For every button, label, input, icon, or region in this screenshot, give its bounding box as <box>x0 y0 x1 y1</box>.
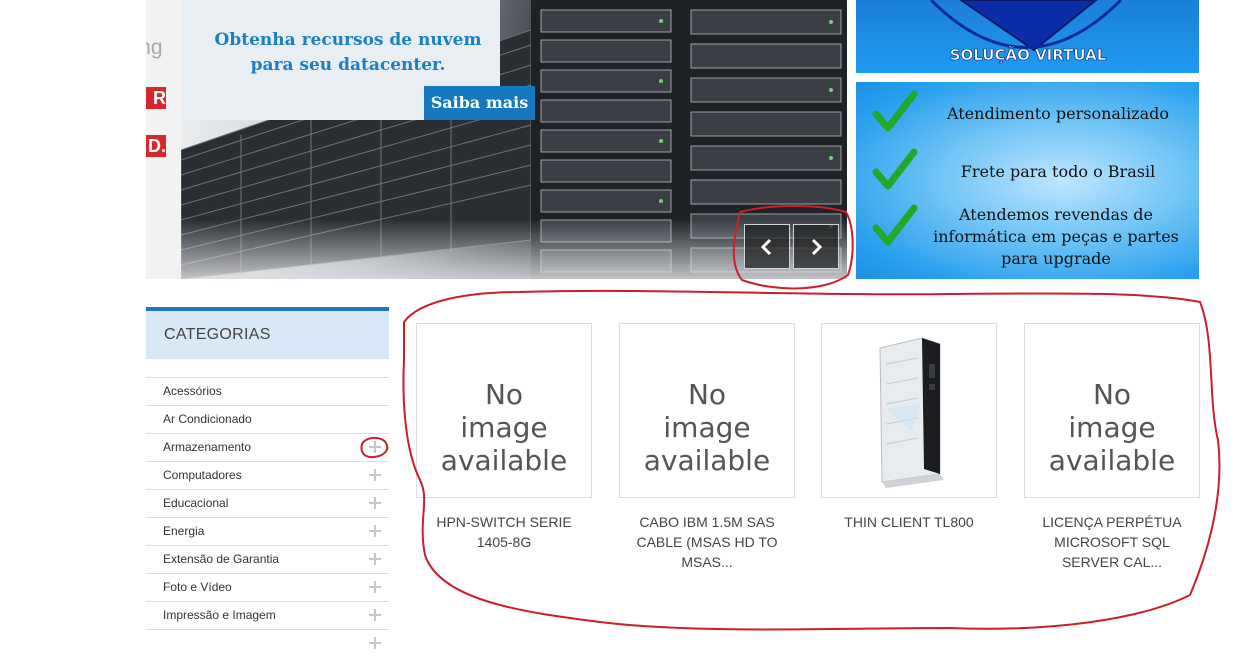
category-item[interactable]: Impressão e Imagem <box>146 601 389 629</box>
check-icon <box>872 204 918 246</box>
expand-plus-icon[interactable] <box>369 637 381 649</box>
category-item[interactable]: Armazenamento <box>146 433 389 461</box>
hero-slider[interactable]: king R D. <box>146 0 847 279</box>
category-label: Energia <box>163 524 205 538</box>
feature-text: Atendimento personalizado <box>946 104 1170 123</box>
promo-line: para seu datacenter. <box>250 55 446 75</box>
logo-banner[interactable]: SOLUÇÃO VIRTUAL <box>856 0 1199 73</box>
feature-text: Atendemos revendas de informática em peç… <box>933 205 1179 268</box>
category-item[interactable]: Educacional <box>146 489 389 517</box>
product-image[interactable]: No image available <box>416 323 592 498</box>
category-item[interactable]: Foto e Vídeo <box>146 573 389 601</box>
category-item[interactable]: Extensão de Garantia <box>146 545 389 573</box>
product-image[interactable] <box>821 323 997 498</box>
categories-header: CATEGORIAS <box>146 307 389 359</box>
check-icon <box>872 90 918 132</box>
product-card[interactable]: No image available HPN-SWITCH SERIE 1405… <box>416 323 592 552</box>
category-item[interactable]: Ar Condicionado <box>146 405 389 433</box>
feature-text: Frete para todo o Brasil <box>960 162 1156 181</box>
category-label: Ar Condicionado <box>163 412 252 426</box>
slider-next-button[interactable] <box>793 224 839 269</box>
previous-slide-peek: king R D. <box>146 0 181 279</box>
category-label: Acessórios <box>163 384 222 398</box>
check-icon <box>872 148 918 190</box>
thin-client-device-image <box>879 337 944 488</box>
expand-plus-icon[interactable] <box>369 497 381 509</box>
expand-plus-icon[interactable] <box>369 553 381 565</box>
product-name[interactable]: CABO IBM 1.5M SAS CABLE (MSAS HD TO MSAS… <box>619 512 795 572</box>
expand-plus-icon[interactable] <box>369 525 381 537</box>
category-label: Impressão e Imagem <box>163 608 276 622</box>
no-image-placeholder: No image available <box>643 378 771 477</box>
promo-headline: Obtenha recursos de nuvem para seu datac… <box>203 28 493 78</box>
category-item[interactable]: Energia <box>146 517 389 545</box>
category-label: Extensão de Garantia <box>163 552 280 566</box>
promo-box: Obtenha recursos de nuvem para seu datac… <box>181 0 535 120</box>
category-list: Acessórios Ar Condicionado Armazenamento… <box>146 377 389 657</box>
promo-line: Obtenha recursos de nuvem <box>214 30 482 50</box>
category-item[interactable]: Acessórios <box>146 377 389 405</box>
slider-prev-button[interactable] <box>744 224 790 269</box>
chevron-left-icon <box>760 238 772 255</box>
category-label: Armazenamento <box>163 440 252 454</box>
category-label: Computadores <box>163 468 242 482</box>
slider-navigation <box>744 224 839 269</box>
product-name[interactable]: HPN-SWITCH SERIE 1405-8G <box>416 512 592 552</box>
product-card[interactable]: THIN CLIENT TL800 <box>821 323 997 532</box>
product-image[interactable]: No image available <box>619 323 795 498</box>
solucao-virtual-logo: SOLUÇÃO VIRTUAL <box>929 0 1123 64</box>
category-label: Educacional <box>163 496 229 510</box>
product-card[interactable]: No image available LICENÇA PERPÉTUA MICR… <box>1024 323 1200 572</box>
expand-plus-icon[interactable] <box>369 609 381 621</box>
product-name[interactable]: LICENÇA PERPÉTUA MICROSOFT SQL SERVER CA… <box>1024 512 1200 572</box>
previous-slide-badge: D. <box>146 135 166 157</box>
chevron-right-icon <box>811 238 823 255</box>
no-image-placeholder: No image available <box>440 378 568 477</box>
saiba-mais-button[interactable]: Saiba mais <box>424 86 535 120</box>
categories-panel: CATEGORIAS Acessórios Ar Condicionado Ar… <box>146 307 389 657</box>
product-card[interactable]: No image available CABO IBM 1.5M SAS CAB… <box>619 323 795 572</box>
category-item[interactable] <box>146 629 389 657</box>
previous-slide-badge: R <box>146 87 166 109</box>
category-label: Foto e Vídeo <box>163 580 232 594</box>
categories-title: CATEGORIAS <box>164 326 271 343</box>
no-image-placeholder: No image available <box>1048 378 1176 477</box>
logo-text: SOLUÇÃO VIRTUAL <box>950 45 1107 64</box>
product-name[interactable]: THIN CLIENT TL800 <box>821 512 997 532</box>
expand-plus-icon[interactable] <box>369 441 381 453</box>
features-banner: Atendimento personalizado Frete para tod… <box>856 82 1199 279</box>
expand-plus-icon[interactable] <box>369 469 381 481</box>
product-image[interactable]: No image available <box>1024 323 1200 498</box>
previous-slide-text: king <box>146 36 163 59</box>
category-item[interactable]: Computadores <box>146 461 389 489</box>
expand-plus-icon[interactable] <box>369 581 381 593</box>
